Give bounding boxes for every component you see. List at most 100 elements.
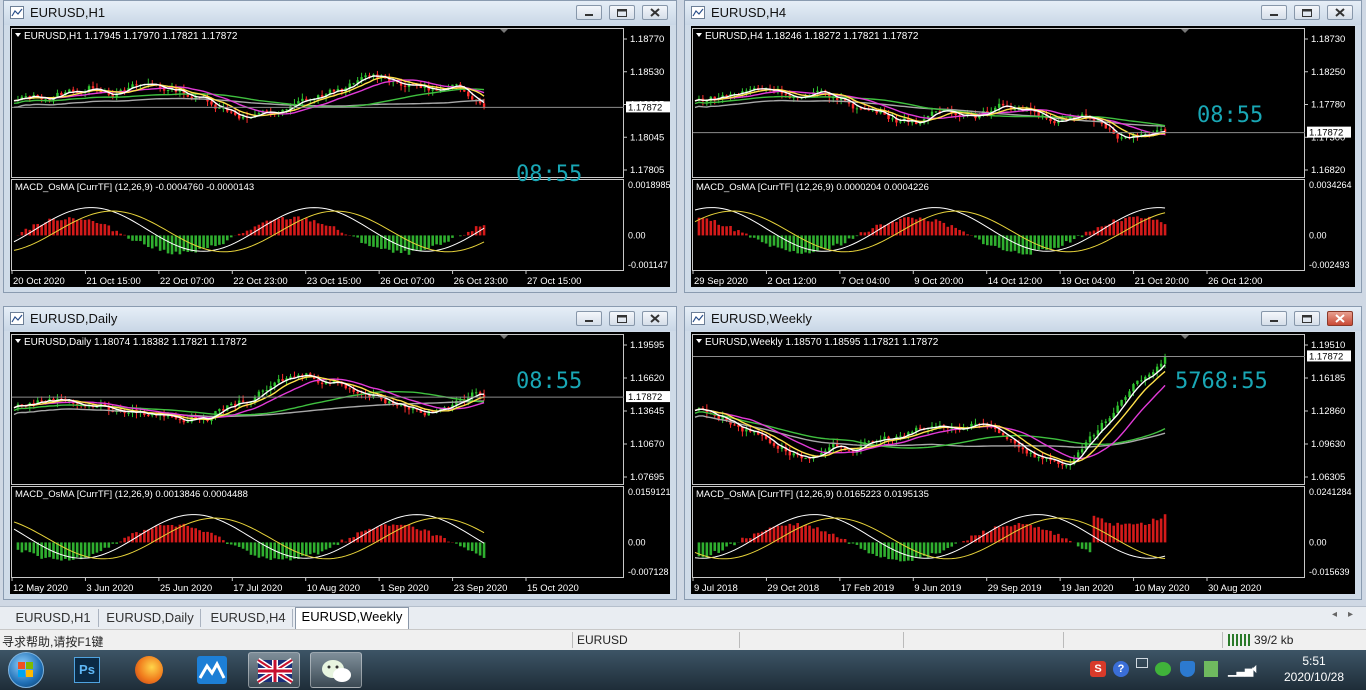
macd-bar [56,220,59,236]
tab-eurusd-weekly[interactable]: EURUSD,Weekly [295,607,409,629]
candle-body [733,424,736,426]
macd-bar [372,235,375,247]
macd-bar [772,235,776,246]
macd-bar [305,218,308,236]
taskbar: Ps S ? ▁▃▅ 🔈︎ 5:51 2020/10/28 [0,650,1366,690]
chart-shift-marker-icon[interactable] [500,29,508,33]
macd-bar [820,531,823,543]
uk-flag-app-icon[interactable] [248,652,300,688]
macd-bar [131,533,134,543]
chart-area[interactable]: EURUSD,H1 1.17945 1.17970 1.17821 1.1787… [10,26,670,287]
macd-bar [804,525,807,543]
chart-area[interactable]: EURUSD,Daily 1.18074 1.18382 1.17821 1.1… [10,332,670,594]
date-axis-label: 26 Oct 23:00 [454,276,508,287]
macd-bar [83,219,87,236]
firefox-icon[interactable] [124,652,176,688]
maximize-button[interactable] [1294,5,1320,20]
macd-bar [717,224,720,236]
tray-signal-icon[interactable]: ▁▃▅ [1228,664,1253,677]
maximize-button[interactable] [609,5,635,20]
tray-network-icon[interactable] [1204,661,1218,677]
close-button[interactable] [642,311,668,326]
photoshop-icon[interactable]: Ps [62,652,114,688]
macd-bar [439,535,442,543]
tray-display-icon[interactable] [1136,658,1148,668]
chart-window-daily[interactable]: EURUSD,Daily EURUSD,Daily 1.18074 1.18382… [3,306,677,600]
candle-body [1029,452,1032,454]
maximize-button[interactable] [1294,311,1320,326]
chart-shift-marker-icon[interactable] [1181,335,1189,339]
chart-window-h4[interactable]: EURUSD,H4 EURUSD,H4 1.18246 1.18272 1.178… [684,0,1362,293]
candle-body [1120,137,1123,139]
macd-bar [891,542,894,560]
tray-wechat-icon[interactable] [1155,662,1171,676]
tab-eurusd-h4[interactable]: EURUSD,H4 [204,609,293,627]
macd-bar [745,233,748,236]
chart-canvas[interactable]: EURUSD,Weekly 1.18570 1.18595 1.17821 1.… [691,332,1355,594]
tabs-scroll-left-icon[interactable]: ◂ [1332,609,1337,620]
tabs-scroll-right-icon[interactable]: ▸ [1348,609,1353,620]
chart-canvas[interactable]: EURUSD,Daily 1.18074 1.18382 1.17821 1.1… [10,332,670,594]
chart-menu-triangle-icon[interactable] [696,33,702,37]
macd-bar [459,542,462,547]
close-button[interactable] [1327,5,1353,20]
chart-info-label: EURUSD,H1 1.17945 1.17970 1.17821 1.1787… [24,31,238,42]
macd-bar [222,540,225,543]
chart-canvas[interactable]: EURUSD,H4 1.18246 1.18272 1.17821 1.1787… [691,26,1355,287]
tab-eurusd-daily[interactable]: EURUSD,Daily [100,609,201,627]
chart-shift-marker-icon[interactable] [500,335,508,339]
close-button[interactable] [1327,311,1353,326]
tab-eurusd-h1[interactable]: EURUSD,H1 [8,609,99,627]
chart-menu-triangle-icon[interactable] [696,339,702,343]
tray-help-icon[interactable]: ? [1113,661,1129,677]
candle-body [320,382,324,385]
date-axis-label: 21 Oct 15:00 [86,276,140,287]
macd-bar [443,538,446,543]
maximize-button[interactable] [609,311,635,326]
macd-bar [701,217,705,236]
minimize-button[interactable] [576,311,602,326]
window-titlebar[interactable]: EURUSD,H4 [685,1,1361,25]
minimize-button[interactable] [1261,5,1287,20]
status-symbol: EURUSD [577,633,628,647]
chart-menu-triangle-icon[interactable] [15,339,21,343]
candle-body [760,434,764,436]
candle-body [1088,436,1092,443]
macd-bar [320,542,324,552]
macd-bar [75,220,79,236]
macd-bar [808,525,811,543]
tray-volume-icon[interactable]: 🔈︎ [1252,660,1260,677]
window-titlebar[interactable]: EURUSD,Weekly [685,307,1361,331]
minimize-button[interactable] [1261,311,1287,326]
macd-bar [87,542,91,557]
macd-axis-label: 0.0159121 [628,487,670,497]
chart-window-weekly[interactable]: EURUSD,Weekly EURUSD,Weekly 1.18570 1.185… [684,306,1362,600]
macd-bar [926,221,930,236]
trading-app-icon[interactable] [186,652,238,688]
macd-bar [68,217,71,236]
wechat-icon[interactable] [310,652,362,688]
close-button[interactable] [642,5,668,20]
tray-antivirus-icon[interactable]: S [1090,661,1106,677]
taskbar-clock[interactable]: 5:51 2020/10/28 [1276,653,1352,685]
chart-window-icon [691,312,705,325]
macd-bar [828,235,831,250]
macd-bar [1053,534,1056,543]
close-icon [1335,8,1345,17]
chart-window-h1[interactable]: EURUSD,H1 EURUSD,H1 1.17945 1.17970 1.178… [3,0,677,293]
start-orb-icon[interactable] [8,652,44,688]
macd-bar [1163,514,1167,543]
macd-bar [395,525,399,543]
chart-area[interactable]: EURUSD,H4 1.18246 1.18272 1.17821 1.1787… [691,26,1355,287]
candle-body [123,89,126,91]
chart-shift-marker-icon[interactable] [1181,29,1189,33]
minimize-button[interactable] [576,5,602,20]
candle-body [297,101,300,104]
macd-bar [52,542,55,559]
tray-shield-icon[interactable] [1180,661,1195,677]
chart-menu-triangle-icon[interactable] [15,33,21,37]
macd-bar [123,537,126,543]
chart-canvas[interactable]: EURUSD,H1 1.17945 1.17970 1.17821 1.1787… [10,26,670,287]
macd-bar [344,234,348,236]
chart-area[interactable]: EURUSD,Weekly 1.18570 1.18595 1.17821 1.… [691,332,1355,594]
